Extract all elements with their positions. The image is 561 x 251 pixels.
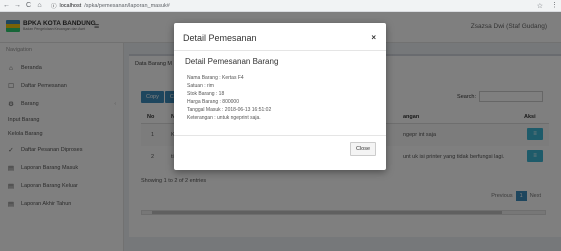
back-icon[interactable]: ← xyxy=(3,0,10,12)
url-path: /spka/pemesanan/laporan_masuk# xyxy=(84,2,170,9)
detail-harga-barang: Harga Barang : 800000 xyxy=(187,99,239,105)
browser-menu-icon[interactable]: ⋮ xyxy=(551,0,558,12)
detail-stok-barang: Stok Barang : 18 xyxy=(187,91,225,97)
detail-modal: Detail Pemesanan × Detail Pemesanan Bara… xyxy=(174,23,386,170)
modal-header: Detail Pemesanan × xyxy=(174,23,386,51)
url-host: localhost xyxy=(59,2,82,9)
forward-icon[interactable]: → xyxy=(14,0,21,12)
modal-title: Detail Pemesanan xyxy=(183,33,257,43)
detail-keterangan: Keterangan : untuk ngeprint saja. xyxy=(187,115,261,121)
address-bar[interactable]: ⓘ localhost/spka/pemesanan/laporan_masuk… xyxy=(47,1,174,10)
close-icon[interactable]: × xyxy=(371,33,376,42)
home-browser-icon[interactable]: ⌂ xyxy=(36,0,43,12)
reload-icon[interactable]: C xyxy=(25,0,32,12)
modal-footer-divider xyxy=(174,135,386,136)
info-icon: ⓘ xyxy=(51,3,57,10)
close-button[interactable]: Close xyxy=(350,142,376,156)
browser-toolbar: ← → C ⌂ ⓘ localhost/spka/pemesanan/lapor… xyxy=(0,0,561,12)
detail-tanggal-masuk: Tanggal Masuk : 2018-06-13 16:51:02 xyxy=(187,107,272,113)
detail-satuan: Satuan : rim xyxy=(187,83,214,89)
modal-subtitle: Detail Pemesanan Barang xyxy=(185,57,279,66)
detail-nama-barang: Nama Barang : Kertas F4 xyxy=(187,75,244,81)
bookmark-star-icon[interactable]: ☆ xyxy=(537,2,543,10)
